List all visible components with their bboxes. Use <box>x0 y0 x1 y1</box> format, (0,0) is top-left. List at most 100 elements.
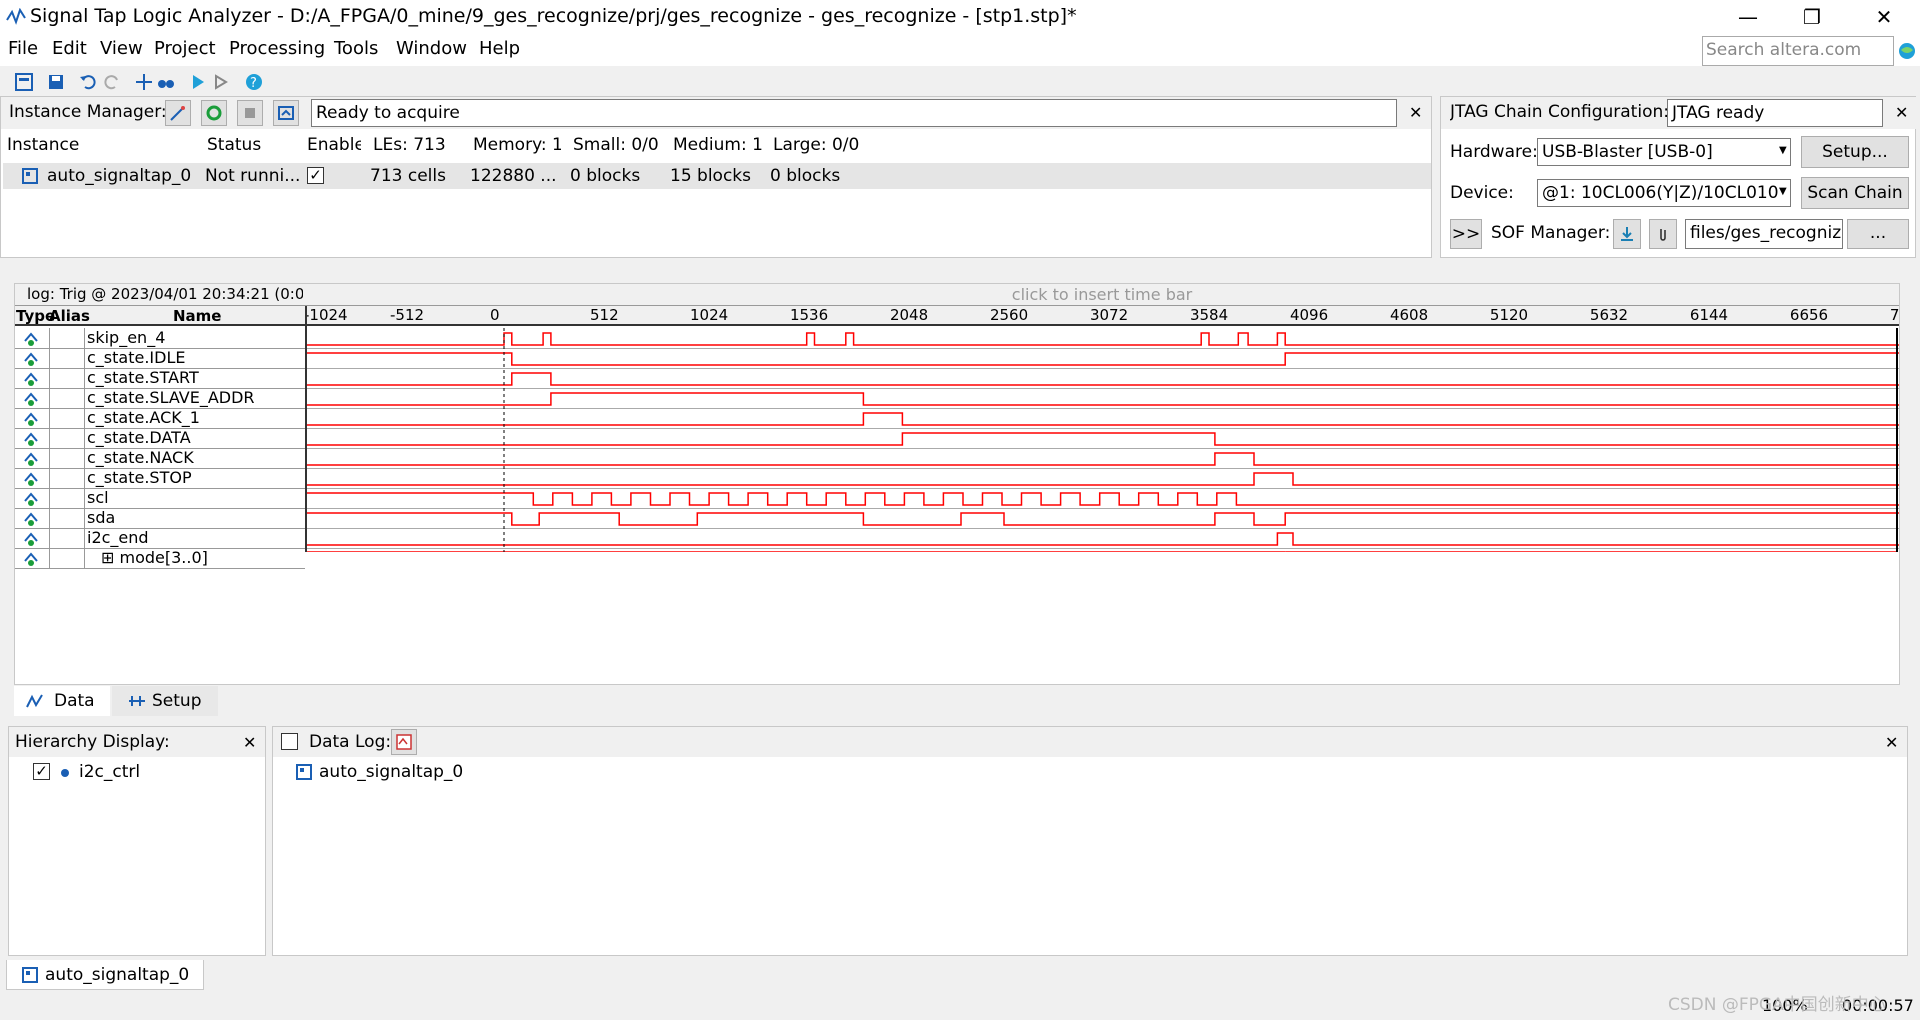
help-icon[interactable]: ? <box>244 72 264 92</box>
row-instance: auto_signaltap_0 <box>47 166 192 186</box>
window-title: Signal Tap Logic Analyzer - D:/A_FPGA/0_… <box>30 5 1077 27</box>
hardware-chevron-down-icon[interactable]: ▼ <box>1779 145 1787 156</box>
device-select[interactable]: @1: 10CL006(Y|Z)/10CL010 <box>1537 179 1791 207</box>
tick-label: -512 <box>390 306 424 324</box>
browse-sof-button[interactable]: ... <box>1847 219 1909 249</box>
col-enable[interactable]: Enable <box>307 135 361 155</box>
datalog-item[interactable]: auto_signaltap_0 <box>319 762 463 782</box>
signal-row[interactable]: c_state.NACK <box>15 448 305 469</box>
minimize-button[interactable]: — <box>1720 0 1776 34</box>
close-datalog-icon[interactable]: ✕ <box>1885 733 1898 752</box>
waveform-canvas[interactable]: -1024 -512 0 512 1024 1536 2048 2560 3072 3584 409… <box>307 306 1899 552</box>
signal-row[interactable]: c_state.DATA <box>15 428 305 449</box>
save-icon[interactable] <box>46 72 66 92</box>
program-device-button[interactable] <box>1613 219 1641 249</box>
instance-icon <box>22 967 38 983</box>
datalog-checkbox[interactable] <box>281 733 298 750</box>
globe-icon[interactable] <box>1898 42 1916 60</box>
expand-button[interactable]: >> <box>1450 219 1482 249</box>
refresh-button[interactable] <box>201 100 227 126</box>
menu-processing[interactable]: Processing <box>229 38 325 59</box>
scan-chain-button[interactable]: Scan Chain <box>1801 177 1909 209</box>
signal-alias <box>49 348 85 368</box>
close-hierarchy-icon[interactable]: ✕ <box>243 733 256 752</box>
signal-row[interactable]: scl <box>15 488 305 509</box>
signal-alias <box>49 528 85 548</box>
jtag-status: JTAG ready <box>1667 99 1883 127</box>
signal-row[interactable]: c_state.START <box>15 368 305 389</box>
tab-setup[interactable]: Setup <box>112 686 218 716</box>
signal-row[interactable]: c_state.STOP <box>15 468 305 489</box>
signal-row[interactable]: ⊞ mode[3..0] <box>15 548 305 569</box>
tick-label: 3072 <box>1090 306 1128 324</box>
menu-edit[interactable]: Edit <box>52 38 87 59</box>
signal-waveform <box>307 392 1899 406</box>
tick-label: 6656 <box>1790 306 1828 324</box>
signal-name: ⊞ mode[3..0] <box>101 548 208 567</box>
signal-type-icon <box>15 428 50 448</box>
signal-row[interactable]: c_state.ACK_1 <box>15 408 305 429</box>
read-data-button[interactable] <box>273 100 299 126</box>
menu-window[interactable]: Window <box>396 38 467 59</box>
signal-name: c_state.START <box>87 368 199 387</box>
log-trigger-label: log: Trig @ 2023/04/01 20:34:21 (0:0 <box>27 285 303 303</box>
close-instance-manager-icon[interactable]: ✕ <box>1409 103 1422 122</box>
col-large[interactable]: Large: 0/0 <box>773 135 873 155</box>
restore-button[interactable]: ❐ <box>1784 0 1840 34</box>
tick-label: 4096 <box>1290 306 1328 324</box>
stop-button[interactable] <box>237 100 263 126</box>
datalog-button[interactable] <box>391 729 417 755</box>
signal-row[interactable]: skip_en_4 <box>15 328 305 349</box>
autorun-icon[interactable] <box>212 72 232 92</box>
tick-label: 3584 <box>1190 306 1228 324</box>
signal-type-icon <box>15 408 50 428</box>
hierarchy-checkbox[interactable]: ✓ <box>33 763 50 780</box>
col-memory[interactable]: Memory: 1 <box>473 135 561 155</box>
node-finder-icon[interactable] <box>134 72 154 92</box>
signal-row[interactable]: c_state.SLAVE_ADDR <box>15 388 305 409</box>
signal-waveform <box>307 472 1899 486</box>
jtag-label: JTAG Chain Configuration: <box>1450 102 1669 122</box>
col-instance[interactable]: Instance <box>7 135 197 155</box>
hierarchy-item[interactable]: i2c_ctrl <box>79 762 140 782</box>
signal-name: sda <box>87 508 116 527</box>
signal-row[interactable]: i2c_end <box>15 528 305 549</box>
device-chevron-down-icon[interactable]: ▼ <box>1779 186 1787 197</box>
sof-file-field[interactable]: files/ges_recognize.sof <box>1685 219 1843 249</box>
signal-alias <box>49 468 85 488</box>
attach-sof-button[interactable] <box>1649 219 1677 249</box>
binoculars-icon[interactable] <box>156 72 176 92</box>
setup-instance-button[interactable] <box>165 100 191 126</box>
search-input[interactable]: Search altera.com <box>1702 36 1894 66</box>
col-small[interactable]: Small: 0/0 <box>573 135 665 155</box>
menu-help[interactable]: Help <box>479 38 520 59</box>
tab-data[interactable]: Data <box>14 686 110 716</box>
hardware-select[interactable]: USB-Blaster [USB-0] <box>1537 138 1791 166</box>
run-icon[interactable] <box>188 72 208 92</box>
hierarchy-icon[interactable] <box>14 72 34 92</box>
close-window-button[interactable]: ✕ <box>1856 0 1912 34</box>
signal-row[interactable]: sda <box>15 508 305 529</box>
menu-tools[interactable]: Tools <box>334 38 378 59</box>
col-status[interactable]: Status <box>207 135 297 155</box>
menu-project[interactable]: Project <box>154 38 216 59</box>
col-alias[interactable]: Alias <box>49 307 90 325</box>
time-bar-strip[interactable]: click to insert time bar <box>305 284 1899 306</box>
instance-manager-label: Instance Manager: <box>9 102 167 122</box>
col-name[interactable]: Name <box>173 307 221 325</box>
col-medium[interactable]: Medium: 1! <box>673 135 763 155</box>
toolbar: ? <box>0 68 1920 96</box>
menu-view[interactable]: View <box>100 38 143 59</box>
redo-icon[interactable] <box>102 72 122 92</box>
signaltap-app-icon <box>6 8 26 25</box>
menu-file[interactable]: File <box>8 38 38 59</box>
col-les[interactable]: LEs: 713 <box>373 135 463 155</box>
close-jtag-icon[interactable]: ✕ <box>1895 103 1908 122</box>
bottom-instance-tab[interactable]: auto_signaltap_0 <box>6 960 204 990</box>
signal-row[interactable]: c_state.IDLE <box>15 348 305 369</box>
setup-button[interactable]: Setup... <box>1801 136 1909 168</box>
undo-icon[interactable] <box>78 72 98 92</box>
signal-waveform <box>307 452 1899 466</box>
row-enable-checkbox[interactable]: ✓ <box>307 167 324 184</box>
signal-type-icon <box>15 368 50 388</box>
